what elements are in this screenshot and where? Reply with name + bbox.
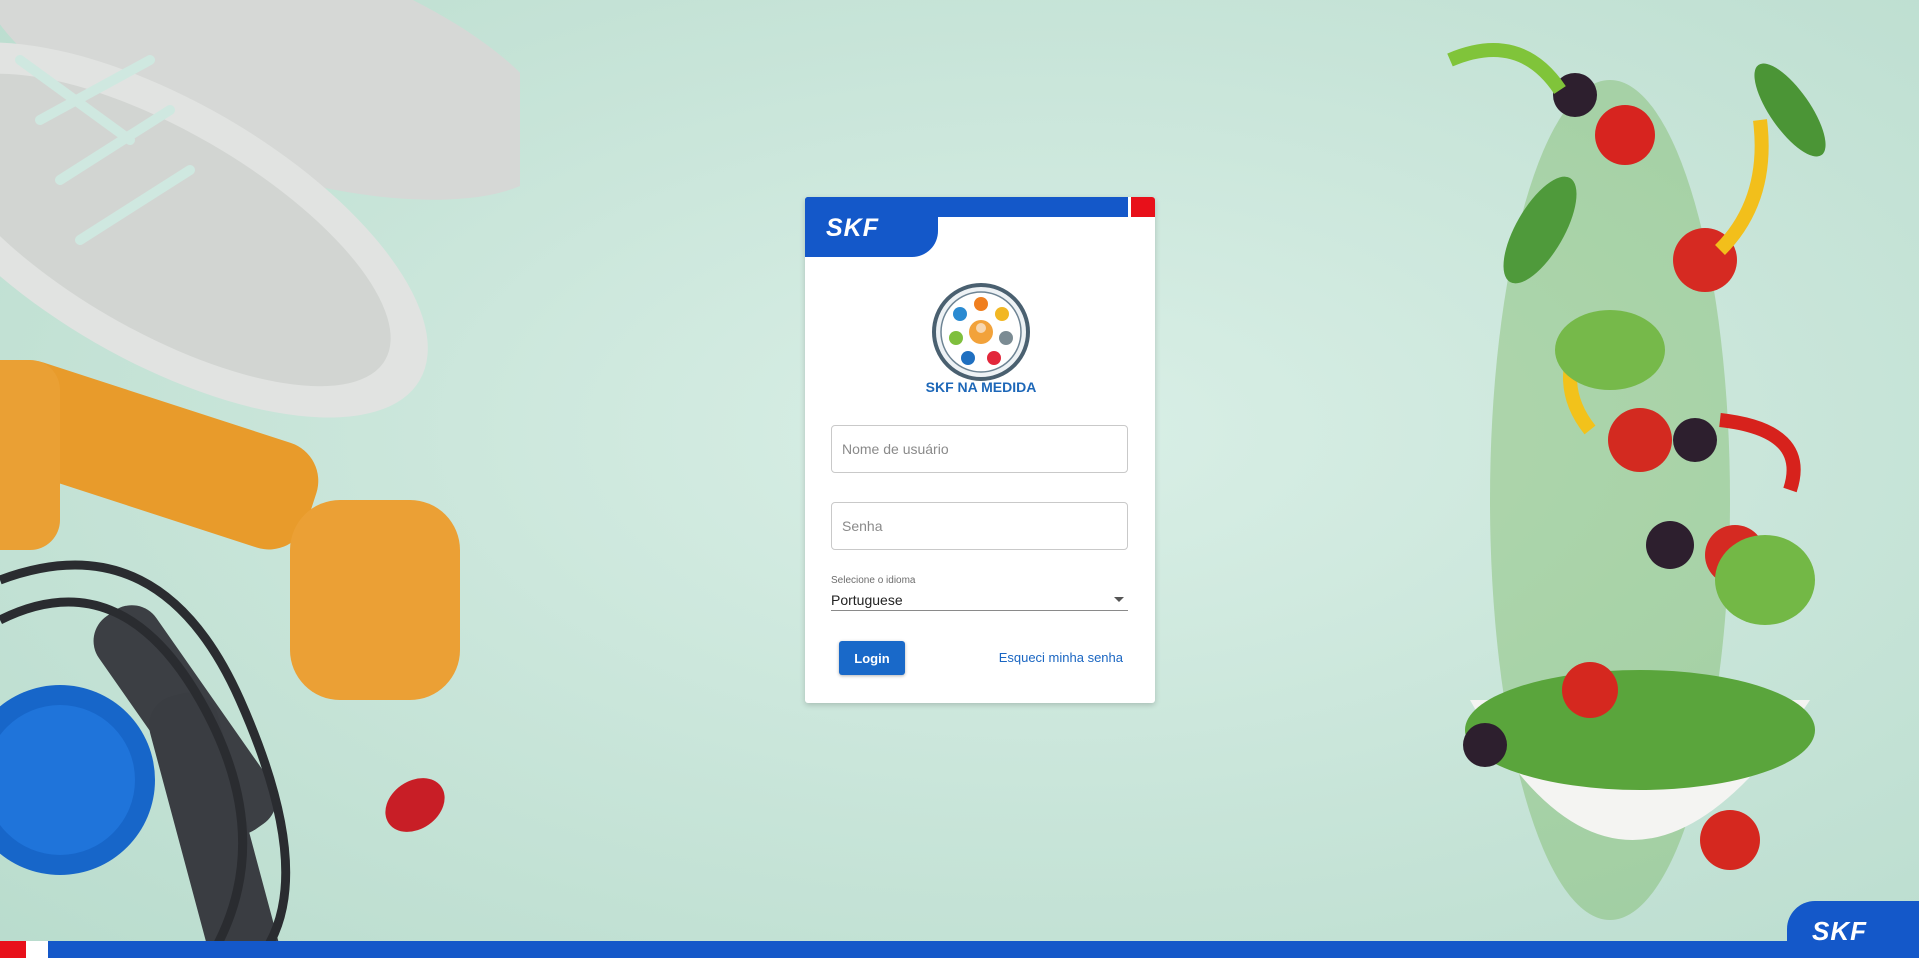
language-select[interactable]: Portuguese bbox=[831, 589, 1128, 611]
password-input[interactable] bbox=[832, 503, 1127, 549]
footer-bar bbox=[0, 941, 1919, 958]
username-input[interactable] bbox=[832, 426, 1127, 472]
salad-bowl-image bbox=[1447, 43, 1826, 920]
emblem-text: SKF NA MEDIDA bbox=[926, 379, 1037, 395]
card-logo-tab: SKF bbox=[805, 197, 938, 257]
forgot-password-link[interactable]: Esqueci minha senha bbox=[999, 650, 1123, 665]
skf-na-medida-emblem: SKF NA MEDIDA bbox=[926, 283, 1037, 395]
password-field[interactable] bbox=[831, 502, 1128, 550]
skf-logo: SKF bbox=[826, 214, 879, 242]
dropdown-caret-icon bbox=[1114, 597, 1124, 602]
language-value: Portuguese bbox=[831, 592, 903, 608]
footer-gap bbox=[26, 941, 48, 958]
footer-red-accent bbox=[0, 941, 26, 958]
card-red-accent bbox=[1131, 197, 1155, 217]
login-card: SKF SKF NA MEDIDA Selecione o idioma Por… bbox=[805, 197, 1155, 703]
footer-skf-logo: SKF bbox=[1812, 916, 1867, 946]
username-field[interactable] bbox=[831, 425, 1128, 473]
login-button[interactable]: Login bbox=[839, 641, 905, 675]
language-label: Selecione o idioma bbox=[831, 575, 916, 586]
fitness-equipment-image bbox=[0, 0, 520, 958]
